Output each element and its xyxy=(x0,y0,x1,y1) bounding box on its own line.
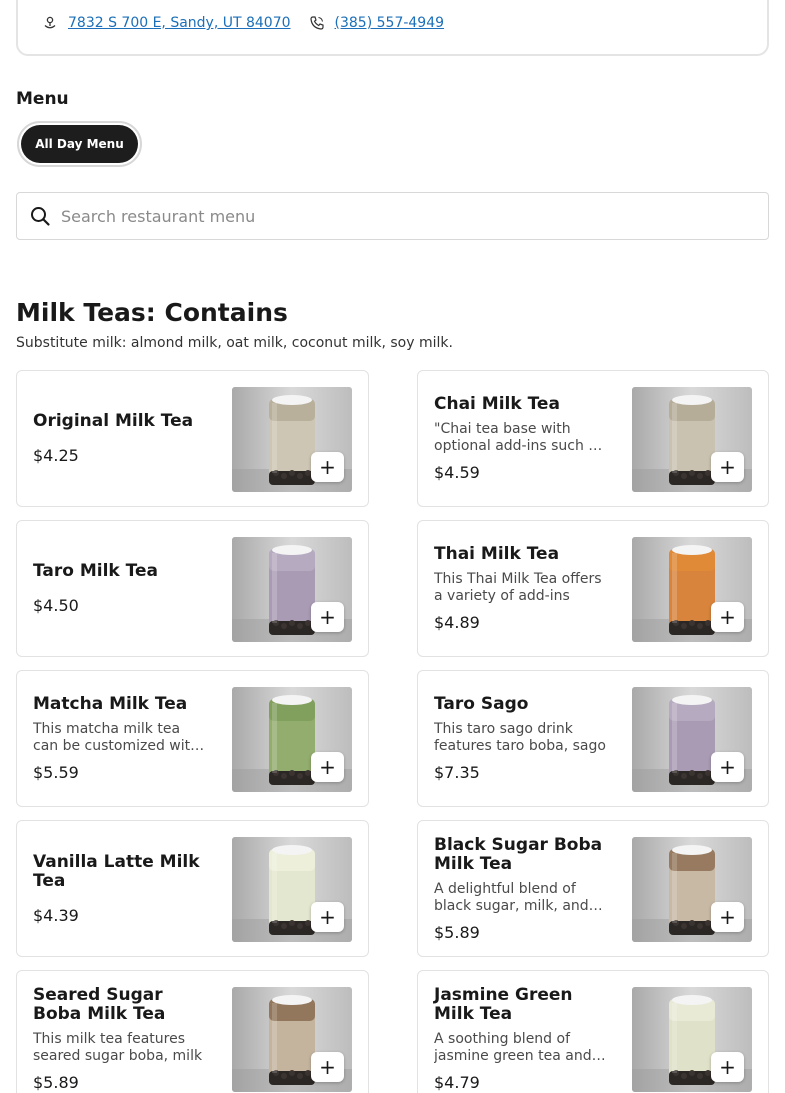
phone-link[interactable]: (385) 557-4949 xyxy=(335,15,445,31)
search-icon xyxy=(31,207,50,226)
menu-item-image[interactable]: + xyxy=(632,537,752,642)
section-title: Milk Teas: Contains xyxy=(16,298,288,327)
menu-item-image[interactable]: + xyxy=(232,987,352,1092)
menu-search-box[interactable] xyxy=(16,192,769,240)
phone-icon xyxy=(309,16,324,30)
menu-item-description: A delightful blend of black sugar, milk,… xyxy=(434,880,589,914)
menu-item-text: Jasmine Green Milk Tea A soothing blend o… xyxy=(434,971,606,1093)
menu-item-price: $4.50 xyxy=(33,596,79,615)
menu-item-card[interactable]: Original Milk Tea $4.25 + xyxy=(16,370,369,507)
menu-item-image[interactable]: + xyxy=(232,537,352,642)
add-item-button[interactable]: + xyxy=(311,1052,344,1082)
menu-item-description: This matcha milk tea can be customized w… xyxy=(33,721,199,754)
menu-item-price: $7.35 xyxy=(434,763,480,782)
menu-item-description: This milk tea features seared sugar boba… xyxy=(33,1030,203,1064)
menu-item-card[interactable]: Matcha Milk Tea This matcha milk tea can … xyxy=(16,670,369,807)
menu-item-price: $5.89 xyxy=(33,1072,79,1092)
menu-item-card[interactable]: Seared Sugar Boba Milk Tea This milk tea … xyxy=(16,970,369,1093)
address-link[interactable]: 7832 S 700 E, Sandy, UT 84070 xyxy=(68,15,291,31)
menu-item-card[interactable]: Thai Milk Tea This Thai Milk Tea offers a… xyxy=(417,520,769,657)
search-input[interactable] xyxy=(61,201,741,231)
menu-item-text: Thai Milk Tea This Thai Milk Tea offers a… xyxy=(434,521,606,656)
menu-item-price: $4.89 xyxy=(434,613,480,632)
menu-item-name: Vanilla Latte Milk Tea xyxy=(33,851,200,891)
menu-item-name: Black Sugar Boba Milk Tea xyxy=(434,834,603,874)
menu-item-price: $4.39 xyxy=(33,905,79,925)
menu-item-card[interactable]: Taro Sago This taro sago drink features t… xyxy=(417,670,769,807)
menu-item-name: Taro Sago xyxy=(434,694,529,714)
menu-tab-label: All Day Menu xyxy=(21,125,138,163)
phone-wrap: (385) 557-4949 xyxy=(309,15,445,31)
menu-item-name: Jasmine Green Milk Tea xyxy=(434,984,573,1024)
menu-item-name: Seared Sugar Boba Milk Tea xyxy=(33,984,166,1024)
menu-item-text: Vanilla Latte Milk Tea $4.39 xyxy=(33,821,205,956)
menu-item-price: $4.59 xyxy=(434,463,480,482)
menu-item-image[interactable]: + xyxy=(232,387,352,492)
menu-item-image[interactable]: + xyxy=(232,687,352,792)
menu-item-text: Original Milk Tea $4.25 xyxy=(33,371,205,506)
menu-item-card[interactable]: Taro Milk Tea $4.50 + xyxy=(16,520,369,657)
section-subtitle: Substitute milk: almond milk, oat milk, … xyxy=(16,335,453,351)
add-item-button[interactable]: + xyxy=(311,902,344,932)
menu-item-price: $4.25 xyxy=(33,446,79,465)
menu-item-text: Seared Sugar Boba Milk Tea This milk tea … xyxy=(33,971,205,1093)
add-item-button[interactable]: + xyxy=(711,1052,744,1082)
menu-item-name: Thai Milk Tea xyxy=(434,544,560,564)
menu-item-image[interactable]: + xyxy=(632,387,752,492)
menu-item-image[interactable]: + xyxy=(632,837,752,942)
menu-item-card[interactable]: Vanilla Latte Milk Tea $4.39 + xyxy=(16,820,369,957)
menu-items-grid: Original Milk Tea $4.25 + Chai Milk Tea "Cha… xyxy=(16,370,769,1093)
menu-item-name: Taro Milk Tea xyxy=(33,561,158,581)
add-item-button[interactable]: + xyxy=(311,752,344,782)
menu-item-name: Chai Milk Tea xyxy=(434,394,560,414)
contact-row: 7832 S 700 E, Sandy, UT 84070 (385) 557-… xyxy=(42,15,444,31)
menu-item-name: Matcha Milk Tea xyxy=(33,694,188,714)
menu-item-text: Matcha Milk Tea This matcha milk tea can … xyxy=(33,671,205,806)
add-item-button[interactable]: + xyxy=(711,752,744,782)
menu-item-description: "Chai tea base with optional add-ins suc… xyxy=(434,421,605,454)
menu-item-text: Black Sugar Boba Milk Tea A delightful bl… xyxy=(434,821,606,956)
menu-item-text: Taro Milk Tea $4.50 xyxy=(33,521,205,656)
menu-item-price: $5.59 xyxy=(33,763,79,782)
menu-item-card[interactable]: Jasmine Green Milk Tea A soothing blend o… xyxy=(417,970,769,1093)
menu-item-image[interactable]: + xyxy=(232,837,352,942)
add-item-button[interactable]: + xyxy=(711,452,744,482)
menu-item-text: Taro Sago This taro sago drink features t… xyxy=(434,671,606,806)
add-item-button[interactable]: + xyxy=(711,902,744,932)
menu-item-description: This taro sago drink features taro boba,… xyxy=(434,721,606,754)
menu-heading: Menu xyxy=(16,89,69,109)
add-item-button[interactable]: + xyxy=(311,602,344,632)
menu-item-text: Chai Milk Tea "Chai tea base with optiona… xyxy=(434,371,606,506)
menu-item-card[interactable]: Chai Milk Tea "Chai tea base with optiona… xyxy=(417,370,769,507)
add-item-button[interactable]: + xyxy=(711,602,744,632)
menu-item-image[interactable]: + xyxy=(632,987,752,1092)
location-icon xyxy=(44,16,56,29)
menu-tab-all-day[interactable]: All Day Menu xyxy=(17,121,142,167)
menu-item-price: $4.79 xyxy=(434,1072,480,1092)
menu-item-price: $5.89 xyxy=(434,922,480,942)
menu-item-card[interactable]: Black Sugar Boba Milk Tea A delightful bl… xyxy=(417,820,769,957)
restaurant-info-card: 7832 S 700 E, Sandy, UT 84070 (385) 557-… xyxy=(16,0,769,56)
add-item-button[interactable]: + xyxy=(311,452,344,482)
menu-item-image[interactable]: + xyxy=(632,687,752,792)
menu-item-description: This Thai Milk Tea offers a variety of a… xyxy=(434,571,602,604)
menu-item-name: Original Milk Tea xyxy=(33,411,194,431)
menu-item-description: A soothing blend of jasmine green tea an… xyxy=(434,1030,592,1064)
